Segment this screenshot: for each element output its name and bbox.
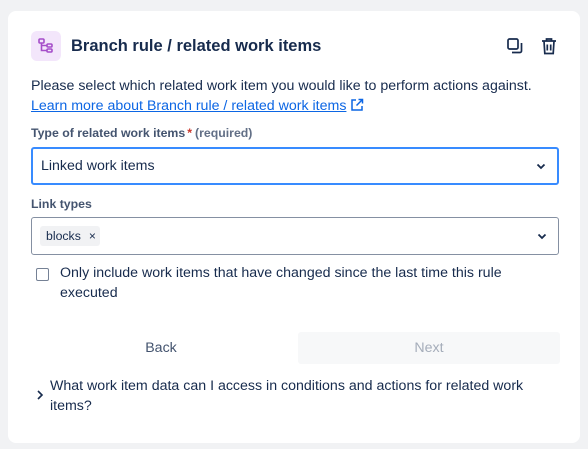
required-asterisk: * (187, 126, 193, 140)
page-title: Branch rule / related work items (71, 36, 322, 55)
chevron-right-icon (35, 388, 49, 416)
help-expander-text: What work item data can I access in cond… (50, 378, 524, 414)
link-type-tag: blocks × (40, 226, 100, 246)
copy-icon[interactable] (504, 35, 526, 57)
changed-only-option: Only include work items that have change… (36, 263, 556, 303)
remove-tag-icon[interactable]: × (89, 229, 96, 243)
learn-more-link[interactable]: Learn more about Branch rule / related w… (31, 98, 346, 114)
next-button[interactable]: Next (298, 332, 560, 364)
chevron-down-icon (536, 230, 548, 242)
external-link-icon[interactable] (350, 98, 364, 112)
type-label-text: Type of related work items (31, 126, 186, 140)
type-select-value: Linked work items (41, 158, 155, 174)
description-text: Please select which related work item yo… (31, 78, 532, 94)
link-types-label: Link types (31, 197, 92, 211)
type-field-label: Type of related work items * (required) (31, 126, 252, 140)
chevron-down-icon (535, 160, 547, 172)
rule-card: Branch rule / related work items Please … (8, 11, 580, 443)
card-header: Branch rule / related work items (31, 31, 560, 61)
link-types-select[interactable]: blocks × (31, 217, 559, 255)
help-expander[interactable]: What work item data can I access in cond… (35, 376, 555, 416)
trash-icon[interactable] (538, 35, 560, 57)
header-actions (504, 35, 560, 57)
changed-only-label[interactable]: Only include work items that have change… (60, 263, 556, 303)
branch-rule-icon (31, 31, 61, 61)
tag-label: blocks (46, 229, 81, 243)
type-select[interactable]: Linked work items (31, 147, 559, 185)
changed-only-checkbox[interactable] (36, 268, 49, 281)
description: Please select which related work item yo… (31, 77, 551, 116)
back-button[interactable]: Back (81, 332, 241, 364)
required-text: (required) (195, 126, 253, 140)
